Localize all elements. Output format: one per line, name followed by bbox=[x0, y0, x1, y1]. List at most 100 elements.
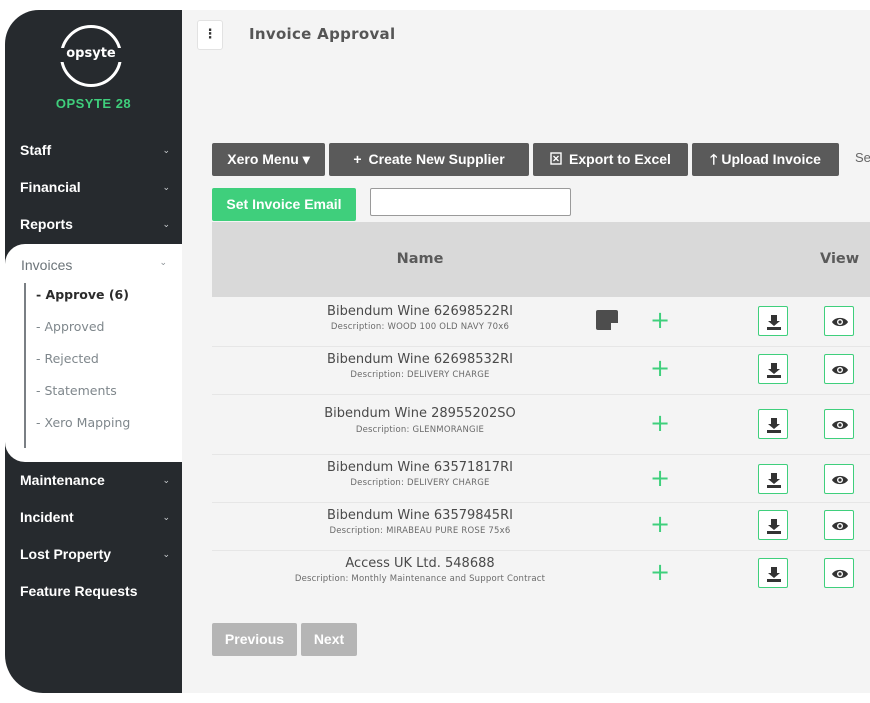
export-excel-button[interactable]: Export to Excel bbox=[533, 143, 688, 176]
create-supplier-button[interactable]: + Create New Supplier bbox=[329, 143, 529, 176]
kebab-menu-icon[interactable]: ⋮ bbox=[197, 20, 223, 50]
sidebar-item-label: Maintenance bbox=[20, 472, 105, 488]
submenu-divider bbox=[24, 283, 26, 448]
invoice-name: Bibendum Wine 28955202SO bbox=[324, 406, 516, 421]
table-row: Access UK Ltd. 548688 Description: Month… bbox=[212, 550, 870, 598]
table-row: Bibendum Wine 63571817RI Description: DE… bbox=[212, 454, 870, 503]
download-button[interactable] bbox=[758, 510, 788, 540]
table-row: Bibendum Wine 28955202SO Description: GL… bbox=[212, 394, 870, 455]
sidebar-item-lost-property[interactable]: Lost Property ⌄ bbox=[20, 546, 170, 562]
sidebar-item-label: Financial bbox=[20, 179, 81, 195]
invoice-name: Access UK Ltd. 548688 bbox=[345, 556, 495, 571]
table-row: Bibendum Wine 62698522RI Description: WO… bbox=[212, 298, 870, 347]
invoices-panel: Invoices ⌄ - Approve (6) - Approved - Re… bbox=[5, 244, 182, 462]
invoice-description: Description: Monthly Maintenance and Sup… bbox=[294, 574, 546, 584]
submenu-xero-mapping[interactable]: - Xero Mapping bbox=[36, 415, 130, 430]
chevron-down-icon: ⌄ bbox=[162, 181, 170, 192]
add-icon[interactable]: + bbox=[650, 356, 670, 380]
sidebar-item-label: Invoices bbox=[21, 257, 73, 273]
eye-icon bbox=[832, 365, 848, 375]
top-bar: ⋮ Invoice Approval bbox=[182, 10, 870, 70]
sidebar-item-staff[interactable]: Staff ⌄ bbox=[20, 142, 170, 158]
download-icon bbox=[767, 418, 781, 433]
invoice-name: Bibendum Wine 62698522RI bbox=[327, 304, 513, 319]
invoice-description: Description: GLENMORANGIE bbox=[355, 425, 485, 435]
sidebar-item-feature-requests[interactable]: Feature Requests bbox=[20, 583, 170, 599]
view-button[interactable] bbox=[824, 354, 854, 384]
sidebar-item-invoices[interactable]: Invoices ⌄ bbox=[21, 257, 167, 273]
page-title: Invoice Approval bbox=[249, 25, 396, 43]
submenu-rejected[interactable]: - Rejected bbox=[36, 351, 99, 366]
eye-icon bbox=[832, 420, 848, 430]
next-button[interactable]: Next bbox=[301, 623, 357, 656]
sidebar-item-reports[interactable]: Reports ⌄ bbox=[20, 216, 170, 232]
invoice-email-input[interactable] bbox=[370, 188, 571, 216]
upload-invoice-button[interactable]: 🡑 Upload Invoice bbox=[692, 143, 839, 176]
submenu-approved[interactable]: - Approved bbox=[36, 319, 104, 334]
view-button[interactable] bbox=[824, 558, 854, 588]
submenu-statements[interactable]: - Statements bbox=[36, 383, 117, 398]
chevron-down-icon: ⌄ bbox=[159, 257, 167, 267]
sidebar-item-label: Incident bbox=[20, 509, 74, 525]
invoice-name: Bibendum Wine 63571817RI bbox=[327, 460, 513, 475]
add-icon[interactable]: + bbox=[650, 560, 670, 584]
download-button[interactable] bbox=[758, 558, 788, 588]
sidebar-item-maintenance[interactable]: Maintenance ⌄ bbox=[20, 472, 170, 488]
truncated-label: Se bbox=[855, 150, 870, 165]
download-icon bbox=[767, 363, 781, 378]
add-icon[interactable]: + bbox=[650, 466, 670, 490]
column-header-view: View bbox=[820, 251, 860, 267]
invoice-name: Bibendum Wine 62698532RI bbox=[327, 352, 513, 367]
chevron-down-icon: ⌄ bbox=[162, 474, 170, 485]
table-row: Bibendum Wine 62698532RI Description: DE… bbox=[212, 346, 870, 395]
view-button[interactable] bbox=[824, 409, 854, 439]
chevron-down-icon: ⌄ bbox=[162, 511, 170, 522]
chevron-down-icon: ⌄ bbox=[162, 144, 170, 155]
app-frame: opsyte OPSYTE 28 Staff ⌄ Financial ⌄ Rep… bbox=[5, 10, 870, 693]
add-icon[interactable]: + bbox=[650, 411, 670, 435]
plus-icon: + bbox=[353, 151, 362, 167]
spreadsheet-icon bbox=[550, 143, 562, 176]
chevron-down-icon: ⌄ bbox=[162, 548, 170, 559]
sidebar-item-financial[interactable]: Financial ⌄ bbox=[20, 179, 170, 195]
download-icon bbox=[767, 473, 781, 488]
download-button[interactable] bbox=[758, 409, 788, 439]
table-row: Bibendum Wine 63579845RI Description: MI… bbox=[212, 502, 870, 551]
add-icon[interactable]: + bbox=[650, 512, 670, 536]
view-button[interactable] bbox=[824, 306, 854, 336]
sidebar-item-incident[interactable]: Incident ⌄ bbox=[20, 509, 170, 525]
invoice-description: Description: DELIVERY CHARGE bbox=[350, 370, 490, 380]
chevron-down-icon: ⌄ bbox=[162, 218, 170, 229]
set-invoice-email-button[interactable]: Set Invoice Email bbox=[212, 188, 356, 221]
invoice-description: Description: DELIVERY CHARGE bbox=[350, 478, 490, 488]
download-icon bbox=[767, 567, 781, 582]
eye-icon bbox=[832, 475, 848, 485]
table-header: Name View bbox=[212, 222, 870, 297]
previous-button[interactable]: Previous bbox=[212, 623, 297, 656]
download-button[interactable] bbox=[758, 464, 788, 494]
download-button[interactable] bbox=[758, 354, 788, 384]
sidebar-item-label: Staff bbox=[20, 142, 52, 158]
submenu-approve[interactable]: - Approve (6) bbox=[36, 287, 129, 302]
column-header-name: Name bbox=[396, 251, 444, 267]
download-button[interactable] bbox=[758, 306, 788, 336]
main-content: Xero Menu ▾ + Create New Supplier Export … bbox=[182, 70, 870, 693]
download-icon bbox=[767, 315, 781, 330]
view-button[interactable] bbox=[824, 464, 854, 494]
sidebar-item-label: Reports bbox=[20, 216, 73, 232]
sidebar-item-label: Feature Requests bbox=[20, 583, 138, 599]
sidebar: opsyte OPSYTE 28 Staff ⌄ Financial ⌄ Rep… bbox=[5, 10, 182, 693]
view-button[interactable] bbox=[824, 510, 854, 540]
add-icon[interactable]: + bbox=[650, 308, 670, 332]
logo: opsyte bbox=[66, 46, 116, 61]
eye-icon bbox=[832, 317, 848, 327]
eye-icon bbox=[832, 569, 848, 579]
invoice-description: Description: MIRABEAU PURE ROSE 75x6 bbox=[329, 526, 511, 536]
xero-menu-button[interactable]: Xero Menu ▾ bbox=[212, 143, 325, 176]
arrow-up-icon: 🡑 bbox=[710, 151, 718, 167]
invoice-name: Bibendum Wine 63579845RI bbox=[327, 508, 513, 523]
eye-icon bbox=[832, 521, 848, 531]
invoice-description: Description: WOOD 100 OLD NAVY 70x6 bbox=[330, 322, 510, 332]
brand-name: OPSYTE 28 bbox=[55, 96, 132, 111]
note-icon[interactable] bbox=[596, 310, 618, 330]
